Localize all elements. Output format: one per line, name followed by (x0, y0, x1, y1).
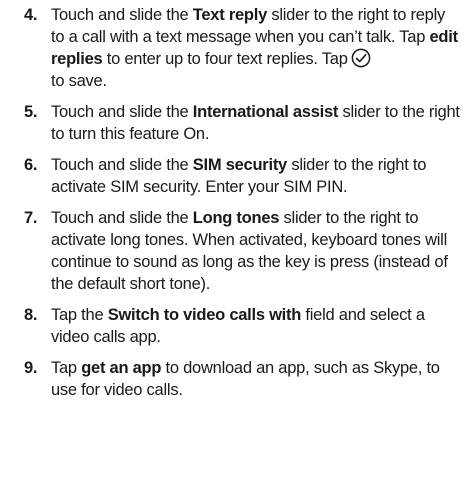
check-circle-icon (351, 48, 371, 68)
step-bold-term: Text reply (192, 6, 268, 24)
step-number: 6. (24, 156, 38, 174)
step-number: 9. (24, 359, 38, 377)
list-item-step-5: 5. Touch and slide the International ass… (24, 101, 461, 145)
instruction-list: 4. Touch and slide the Text reply slider… (24, 4, 461, 401)
step-text: Touch and slide the (51, 103, 193, 121)
step-bold-term: Switch to video calls with (107, 306, 302, 324)
step-text: Tap the (51, 306, 108, 324)
step-text: Touch and slide the (51, 6, 193, 24)
step-text: to enter up to four text replies. Tap (102, 50, 348, 68)
step-number: 4. (24, 6, 38, 24)
step-bold-term: International assist (192, 103, 339, 121)
step-number: 5. (24, 103, 38, 121)
step-text: Touch and slide the (51, 209, 193, 227)
step-bold-term: SIM security (192, 156, 287, 174)
list-item-step-4: 4. Touch and slide the Text reply slider… (24, 4, 461, 92)
list-item-step-6: 6. Touch and slide the SIM security slid… (24, 154, 461, 198)
step-number: 8. (24, 306, 38, 324)
list-item-step-7: 7. Touch and slide the Long tones slider… (24, 207, 461, 295)
step-text: Touch and slide the (51, 156, 193, 174)
step-bold-term: get an app (81, 359, 162, 377)
list-item-step-9: 9. Tap get an app to download an app, su… (24, 357, 461, 401)
list-item-step-8: 8. Tap the Switch to video calls with fi… (24, 304, 461, 348)
step-text: to save. (51, 72, 107, 90)
step-number: 7. (24, 209, 38, 227)
step-bold-term: Long tones (192, 209, 280, 227)
step-text: Tap (51, 359, 82, 377)
document-page: 4. Touch and slide the Text reply slider… (0, 0, 471, 477)
